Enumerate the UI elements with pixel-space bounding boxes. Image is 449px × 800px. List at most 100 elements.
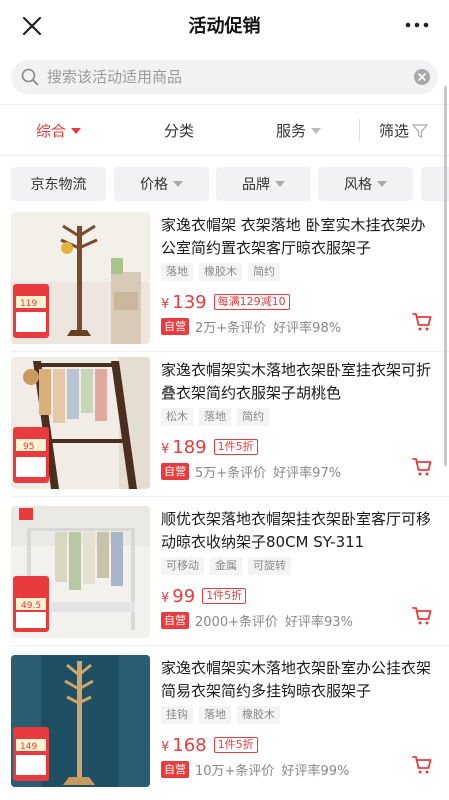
divider (11, 496, 449, 497)
search-box[interactable] (11, 60, 438, 94)
product-tag: 简约 (248, 263, 280, 281)
product-image[interactable]: 49.5 (11, 506, 150, 638)
currency-symbol: ¥ (161, 296, 170, 312)
svg-text:119: 119 (20, 299, 37, 309)
svg-text:149: 149 (20, 742, 37, 752)
sort-category[interactable]: 分类 (164, 120, 194, 141)
self-operated-badge: 自营 (161, 317, 189, 335)
product-tags: 挂钩 落地 橡胶木 (161, 706, 286, 724)
product-tag: 橡胶木 (199, 263, 242, 281)
meta-row: 自营 2000+条评价 好评率93% (161, 611, 353, 630)
review-count: 2万+条评价 (195, 320, 267, 336)
cart-icon[interactable] (412, 755, 432, 775)
price-row: ¥ 189 1件5折 (161, 435, 258, 459)
meta-row: 自营 2万+条评价 好评率98% (161, 317, 342, 336)
product-image[interactable]: 119 (11, 212, 150, 344)
filter-chips: 京东物流 价格 品牌 风格 (0, 156, 449, 212)
product-price: 139 (172, 291, 207, 313)
product-name[interactable]: 家逸衣帽架实木落地衣架卧室办公挂衣架简易衣架简约多挂钩晾衣服架子 (161, 657, 437, 703)
chip-label: 京东物流 (30, 177, 87, 193)
divider (359, 119, 360, 141)
product-tag: 可移动 (161, 557, 204, 575)
filter-icon (412, 123, 429, 138)
product-tag: 松木 (161, 408, 193, 426)
product-tag: 落地 (161, 263, 193, 281)
product-card[interactable]: 119 家逸衣帽架 衣架落地 卧室实木挂衣架办公室简约置衣架客厅晾衣服架子 落地… (0, 212, 449, 352)
product-name[interactable]: 家逸衣帽架实木落地衣架卧室挂衣架可折叠衣架简约衣服架子胡桃色 (161, 359, 437, 405)
sort-label: 筛选 (379, 122, 410, 140)
review-count: 5万+条评价 (195, 465, 267, 481)
product-card[interactable]: 95 家逸衣帽架实木落地衣架卧室挂衣架可折叠衣架简约衣服架子胡桃色 松木 落地 … (0, 357, 449, 497)
chip-style[interactable]: 风格 (318, 167, 413, 201)
search-icon (21, 68, 39, 86)
search-bar (0, 50, 449, 104)
product-tags: 松木 落地 简约 (161, 408, 275, 426)
review-count: 2000+条评价 (195, 614, 278, 630)
currency-symbol: ¥ (161, 739, 170, 755)
divider (11, 645, 449, 646)
sort-comprehensive[interactable]: 综合 (36, 120, 82, 141)
sort-filter[interactable]: 筛选 (379, 120, 429, 141)
product-tag: 橡胶木 (237, 706, 280, 724)
product-tag: 挂钩 (161, 706, 193, 724)
product-tags: 落地 橡胶木 简约 (161, 263, 286, 281)
product-image[interactable]: 149 (11, 655, 150, 787)
promo-badge: 每满129减10 (213, 294, 290, 310)
good-rate: 好评率98% (273, 320, 342, 336)
sort-label: 服务 (276, 122, 307, 140)
nav-bar: 活动促销 (0, 0, 449, 50)
search-input[interactable] (47, 60, 407, 94)
currency-symbol: ¥ (161, 590, 170, 606)
product-price: 189 (172, 436, 207, 458)
sort-service[interactable]: 服务 (276, 120, 322, 141)
good-rate: 好评率97% (273, 465, 342, 481)
product-tag: 可旋转 (248, 557, 291, 575)
page-title: 活动促销 (188, 16, 261, 37)
product-card[interactable]: 49.5 顺优衣架落地衣帽架挂衣架卧室客厅可移动晾衣收纳架子80CM SY-31… (0, 506, 449, 646)
product-name[interactable]: 顺优衣架落地衣帽架挂衣架卧室客厅可移动晾衣收纳架子80CM SY-311 (161, 508, 437, 554)
chip-brand[interactable]: 品牌 (216, 167, 311, 201)
chip-label: 价格 (140, 177, 168, 193)
promo-badge: 1件5折 (213, 737, 258, 753)
dropdown-arrow-icon (377, 181, 387, 187)
dropdown-arrow-icon (311, 127, 322, 134)
promo-badge: 1件5折 (202, 588, 247, 604)
product-name[interactable]: 家逸衣帽架 衣架落地 卧室实木挂衣架办公室简约置衣架客厅晾衣服架子 (161, 214, 437, 260)
chip-label: 品牌 (242, 177, 270, 193)
product-tag: 落地 (199, 706, 231, 724)
price-row: ¥ 99 1件5折 (161, 584, 247, 608)
sort-label: 分类 (164, 122, 195, 140)
more-icon[interactable] (405, 22, 429, 28)
clear-icon[interactable] (414, 69, 430, 85)
cart-icon[interactable] (412, 606, 432, 626)
chip-price[interactable]: 价格 (114, 167, 209, 201)
chip-jd-logistics[interactable]: 京东物流 (11, 167, 106, 201)
product-tags: 可移动 金属 可旋转 (161, 557, 297, 575)
divider (11, 351, 449, 352)
review-count: 10万+条评价 (195, 763, 275, 779)
good-rate: 好评率93% (284, 614, 353, 630)
svg-text:95: 95 (23, 442, 34, 452)
sort-label: 综合 (36, 122, 67, 140)
dropdown-arrow-icon (275, 181, 285, 187)
scrollbar[interactable] (444, 86, 447, 466)
product-card[interactable]: 149 家逸衣帽架实木落地衣架卧室办公挂衣架简易衣架简约多挂钩晾衣服架子 挂钩 … (0, 655, 449, 795)
cart-icon[interactable] (412, 312, 432, 332)
promo-badge: 1件5折 (213, 439, 258, 455)
product-price: 168 (172, 734, 207, 756)
meta-row: 自营 5万+条评价 好评率97% (161, 462, 342, 481)
sort-bar: 综合 分类 服务 筛选 (0, 104, 449, 156)
product-tag: 落地 (199, 408, 231, 426)
svg-text:49.5: 49.5 (21, 601, 41, 611)
chip-label: 风格 (344, 177, 372, 193)
cart-icon[interactable] (412, 457, 432, 477)
dropdown-arrow-icon (71, 127, 82, 134)
self-operated-badge: 自营 (161, 760, 189, 778)
product-image[interactable]: 95 (11, 357, 150, 489)
product-price: 99 (172, 585, 196, 607)
price-row: ¥ 139 每满129减10 (161, 290, 290, 314)
product-tag: 金属 (210, 557, 242, 575)
meta-row: 自营 10万+条评价 好评率99% (161, 760, 349, 779)
product-tag: 简约 (237, 408, 269, 426)
currency-symbol: ¥ (161, 441, 170, 457)
